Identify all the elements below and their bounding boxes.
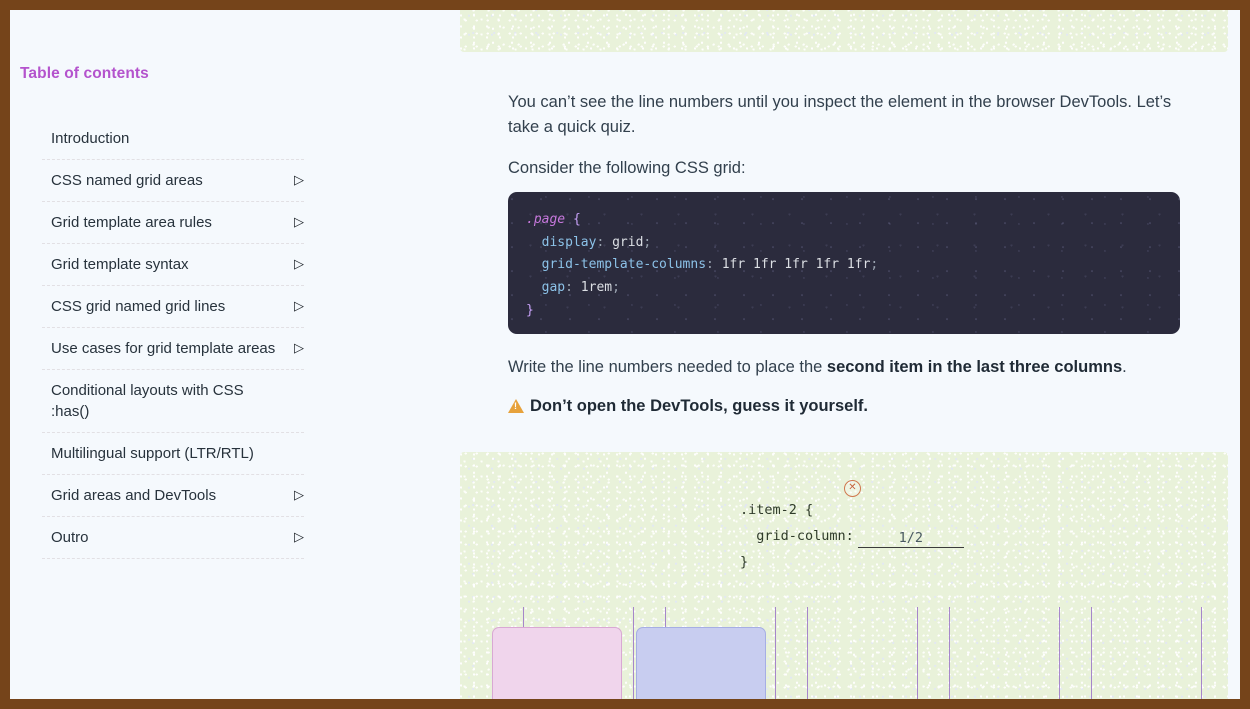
grid-line (1091, 607, 1093, 699)
previous-demo-panel (460, 10, 1228, 52)
quiz-code-snippet: .item-2 { grid-column: } (740, 497, 964, 575)
code-value: 1fr 1fr 1fr 1fr 1fr (721, 257, 871, 273)
warning-triangle-icon (508, 399, 524, 413)
sidebar-item-introduction[interactable]: Introduction ▷ (42, 118, 304, 160)
grid-line (633, 607, 635, 699)
instruction-emphasis: second item in the last three columns (826, 358, 1123, 376)
toc-item-label: Introduction (51, 130, 130, 147)
grid-line (1201, 607, 1203, 699)
grid-quiz-demo-panel: ✕ .item-2 { grid-column: } (460, 452, 1228, 699)
grid-line (1059, 607, 1061, 699)
code-value: grid (612, 234, 644, 250)
grid-item-1 (492, 627, 622, 699)
toc-heading: Table of contents (20, 65, 149, 82)
table-of-contents-sidebar: Table of contents Introduction ▷ CSS nam… (10, 10, 440, 699)
chevron-right-icon[interactable]: ▷ (292, 338, 304, 357)
toc-item-label: Grid areas and DevTools (51, 487, 217, 504)
quiz-close-brace: } (740, 554, 749, 570)
chevron-right-icon[interactable]: ▷ (292, 527, 304, 546)
paragraph-consider-grid: Consider the following CSS grid: (508, 159, 746, 177)
chevron-right-icon[interactable]: ▷ (292, 170, 304, 189)
code-property: display (541, 234, 597, 250)
code-line-display: display: grid; (541, 234, 652, 250)
warning-text: Don’t open the DevTools, guess it yourse… (530, 397, 868, 415)
toc-item-label: CSS grid named grid lines (51, 298, 226, 315)
sidebar-item-outro[interactable]: Outro ▷ (42, 517, 304, 559)
css-code-block: .page { display: grid; grid-template-col… (508, 192, 1180, 334)
sidebar-item-multilingual-support[interactable]: Multilingual support (LTR/RTL) ▷ (42, 433, 304, 475)
toc-item-label: Use cases for grid template areas (51, 340, 276, 357)
grid-line (917, 607, 919, 699)
chevron-right-icon[interactable]: ▷ (292, 296, 304, 315)
instruction-suffix: . (1122, 358, 1127, 376)
chevron-right-icon[interactable]: ▷ (292, 485, 304, 504)
paragraph-instruction: Write the line numbers needed to place t… (508, 355, 1184, 380)
paragraph-devtools-intro: You can’t see the line numbers until you… (508, 93, 1172, 136)
grid-column-answer-input[interactable] (857, 530, 964, 548)
toc-item-label: Multilingual support (LTR/RTL) (51, 445, 254, 462)
sidebar-item-css-grid-named-grid-lines[interactable]: CSS grid named grid lines ▷ (42, 286, 304, 328)
code-line-selector: .page { (526, 209, 1162, 232)
grid-line (775, 607, 777, 699)
toc-item-label: Outro (51, 529, 89, 546)
code-property: gap (541, 280, 566, 296)
toc-item-label: Grid template syntax (51, 256, 189, 273)
instruction-prefix: Write the line numbers needed to place t… (508, 358, 827, 376)
grid-visualization (460, 607, 1228, 699)
incorrect-circle-x-icon[interactable]: ✕ (844, 480, 861, 497)
toc-item-label: CSS named grid areas (51, 172, 203, 189)
article-content: You can’t see the line numbers until you… (440, 10, 1240, 699)
code-value: 1rem (580, 280, 613, 296)
chevron-right-icon[interactable]: ▷ (292, 254, 304, 273)
code-line-grid-template-columns: grid-template-columns: 1fr 1fr 1fr 1fr 1… (541, 257, 879, 273)
quiz-selector-line: .item-2 { (740, 502, 814, 518)
toc-list: Introduction ▷ CSS named grid areas ▷ Gr… (42, 118, 304, 559)
code-close-brace: } (526, 302, 534, 318)
toc-item-label: Conditional layouts with CSS :has() (51, 382, 244, 420)
code-line-gap: gap: 1rem; (541, 280, 620, 296)
content-right-gutter (1228, 10, 1240, 699)
grid-line (949, 607, 951, 699)
paragraph-warning: Don’t open the DevTools, guess it yourse… (508, 394, 1184, 419)
sidebar-item-grid-areas-and-devtools[interactable]: Grid areas and DevTools ▷ (42, 475, 304, 517)
sidebar-item-grid-template-syntax[interactable]: Grid template syntax ▷ (42, 244, 304, 286)
grid-item-2 (636, 627, 766, 699)
code-line-close: } (526, 300, 1162, 323)
quiz-property-label: grid-column: (756, 528, 854, 544)
code-property: grid-template-columns (541, 257, 707, 273)
sidebar-item-use-cases-for-grid-template-areas[interactable]: Use cases for grid template areas ▷ (42, 328, 304, 370)
toc-item-label: Grid template area rules (51, 214, 212, 231)
sidebar-item-css-named-grid-areas[interactable]: CSS named grid areas ▷ (42, 160, 304, 202)
grid-line (807, 607, 809, 699)
code-open-brace: { (572, 212, 581, 227)
page-frame: Table of contents Introduction ▷ CSS nam… (10, 10, 1240, 699)
code-selector: .page (526, 212, 566, 227)
sidebar-item-conditional-layouts-with-css-has[interactable]: Conditional layouts with CSS :has() ▷ (42, 370, 304, 433)
chevron-right-icon[interactable]: ▷ (292, 212, 304, 231)
sidebar-item-grid-template-area-rules[interactable]: Grid template area rules ▷ (42, 202, 304, 244)
